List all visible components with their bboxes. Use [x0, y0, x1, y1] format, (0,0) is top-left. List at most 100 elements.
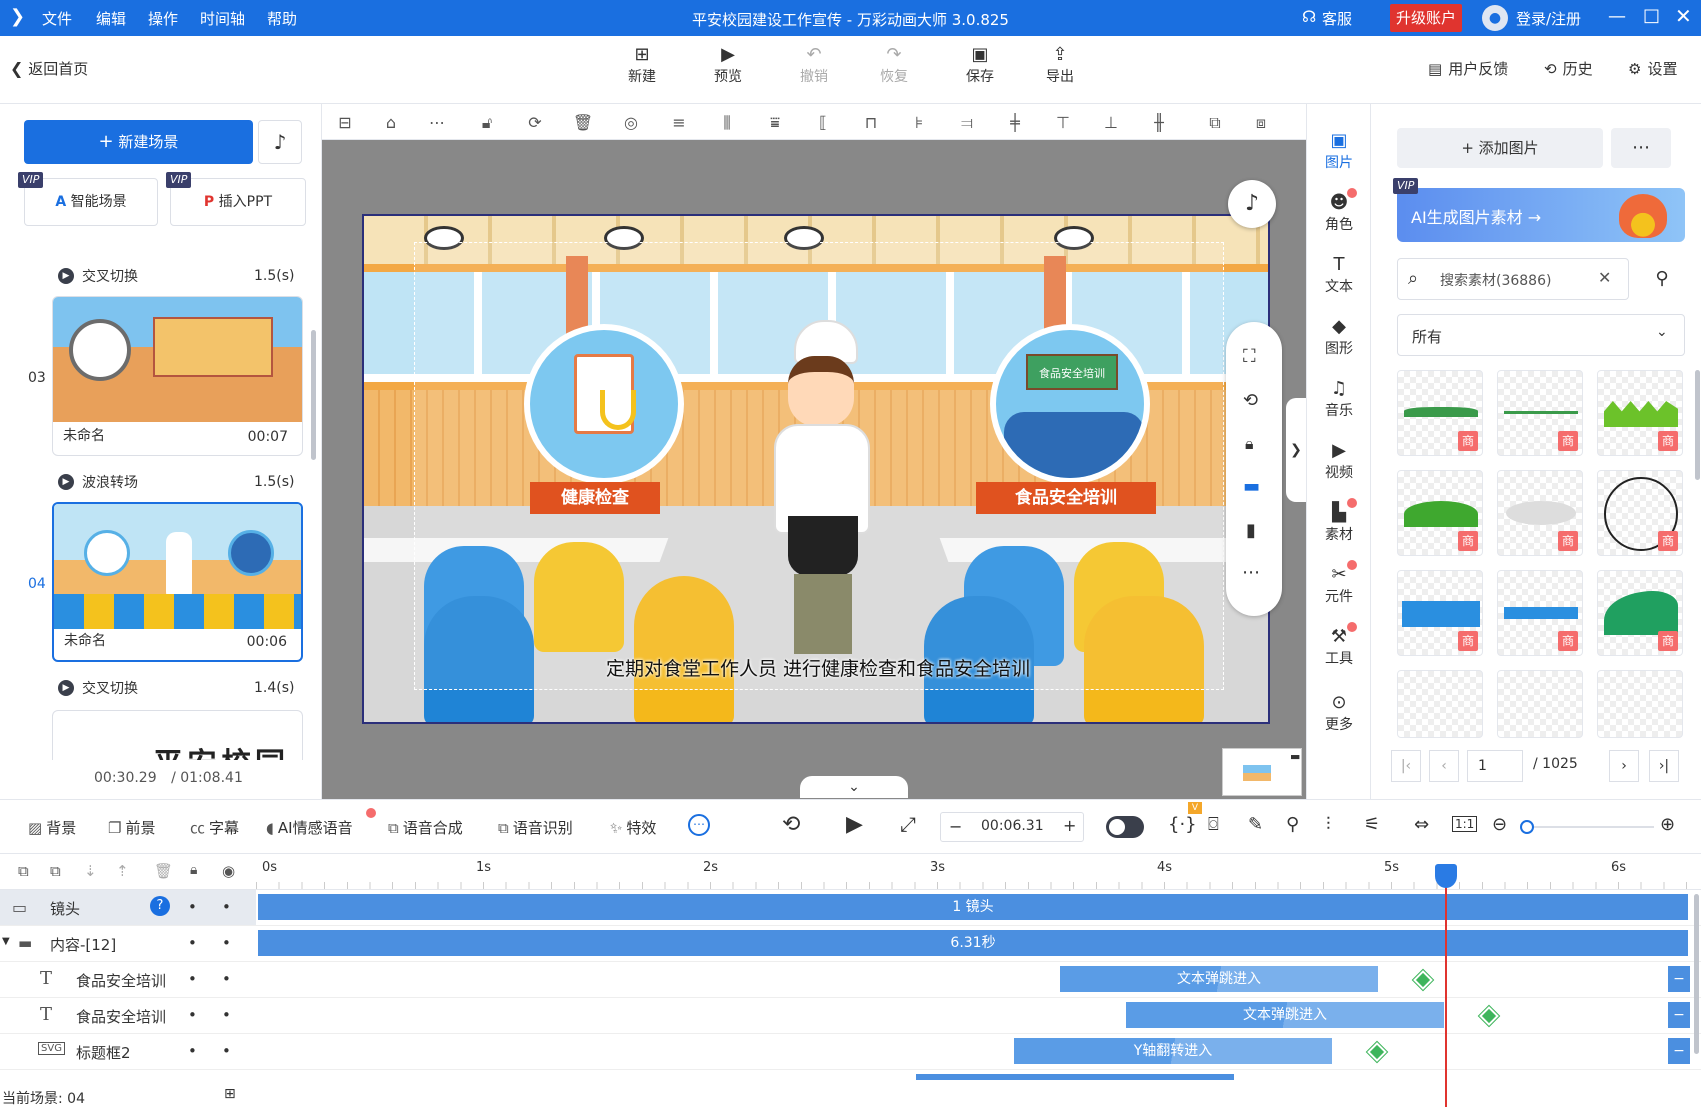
- clear-icon[interactable]: ✕: [1598, 268, 1611, 287]
- animation-bar[interactable]: 文本弹跳进入: [1126, 1002, 1444, 1028]
- asset-item[interactable]: 商: [1397, 470, 1483, 556]
- scene-thumbnail[interactable]: 未命名 00:07: [52, 296, 303, 456]
- subtitle-text[interactable]: 定期对食堂工作人员 进行健康检查和食品安全培训: [364, 654, 1268, 681]
- lock-dot[interactable]: •: [188, 970, 197, 988]
- transition-item[interactable]: ▶ 波浪转场 1.5(s): [58, 472, 294, 492]
- animation-bar[interactable]: [916, 1074, 1234, 1080]
- ai-generate-banner[interactable]: AI生成图片素材 →: [1397, 188, 1685, 242]
- rotate-icon[interactable]: ⟳: [524, 112, 546, 134]
- collapse-timeline-tab[interactable]: ⌄: [800, 776, 908, 798]
- zoom-handle[interactable]: [1520, 820, 1534, 834]
- animation-bar[interactable]: 文本弹跳进入: [1060, 966, 1378, 992]
- align-center-icon[interactable]: ≡: [668, 112, 690, 134]
- track-text[interactable]: T 食品安全培训 • •: [0, 962, 256, 998]
- track-bar[interactable]: 6.31秒: [258, 930, 1688, 956]
- effects-button[interactable]: ✨︎ 特效: [610, 817, 656, 838]
- time-input[interactable]: 00:06.31: [981, 818, 1044, 834]
- target-icon[interactable]: ◎: [620, 112, 642, 134]
- rewind-icon[interactable]: ⟲: [782, 812, 800, 837]
- headset-icon[interactable]: ☊: [1302, 7, 1316, 26]
- keyframe-diamond[interactable]: [1479, 1006, 1499, 1026]
- align-left-icon[interactable]: ⊧: [908, 112, 930, 134]
- zoom-out-icon[interactable]: ⊖: [1492, 814, 1507, 835]
- keyframe-diamond[interactable]: [1367, 1042, 1387, 1062]
- track-svg[interactable]: SVG 标题框2 • •: [0, 1034, 256, 1070]
- category-material[interactable]: ▙ 素材: [1307, 498, 1371, 544]
- help-icon[interactable]: ?: [150, 896, 170, 916]
- canvas-music-button[interactable]: ♪: [1228, 180, 1276, 228]
- trash-icon[interactable]: 🗑︎: [572, 112, 594, 134]
- zoom-in-icon[interactable]: ⊕: [1660, 814, 1675, 835]
- end-bar[interactable]: −: [1668, 1002, 1690, 1028]
- minimap-toggle-icon[interactable]: ▬: [1290, 750, 1300, 763]
- asset-item[interactable]: 商: [1497, 370, 1583, 456]
- category-more[interactable]: ⊙ 更多: [1307, 692, 1371, 734]
- category-video[interactable]: ▶ 视频: [1307, 440, 1371, 482]
- maximize-icon[interactable]: □: [1643, 5, 1660, 26]
- marker-icon[interactable]: ⚲: [1286, 814, 1299, 835]
- upgrade-button[interactable]: 升级账户: [1390, 4, 1463, 32]
- fullscreen-icon[interactable]: ⤢: [900, 812, 916, 836]
- first-page-icon[interactable]: |‹: [1391, 750, 1421, 782]
- align-base-icon[interactable]: ⊥: [1100, 112, 1122, 134]
- paste-icon[interactable]: ⧈: [1250, 112, 1272, 134]
- asset-item[interactable]: 商: [1597, 470, 1683, 556]
- export-button[interactable]: ⇪ 导出: [1032, 44, 1088, 86]
- settings-sliders-icon[interactable]: ⚟: [1364, 814, 1380, 835]
- subtitle-button[interactable]: ㏄字幕: [190, 817, 239, 838]
- rotate-view-icon[interactable]: ⟲: [1243, 390, 1258, 411]
- asset-item[interactable]: 商: [1597, 570, 1683, 656]
- login-link[interactable]: 登录/注册: [1516, 8, 1581, 29]
- home-icon[interactable]: ⌂: [380, 112, 402, 134]
- track-bar[interactable]: 1 镜头: [258, 894, 1688, 920]
- new-button[interactable]: ⊞ 新建: [614, 44, 670, 86]
- scene-thumbnail-selected[interactable]: 未命名 00:06: [52, 502, 303, 662]
- back-home-button[interactable]: ❮ 返回首页: [10, 58, 88, 79]
- last-page-icon[interactable]: ›|: [1649, 750, 1679, 782]
- avatar[interactable]: ●: [1482, 5, 1508, 31]
- category-text[interactable]: T 文本: [1307, 254, 1371, 296]
- undo-button[interactable]: ↶ 撤销: [786, 44, 842, 86]
- background-button[interactable]: ▨ 背景: [28, 817, 76, 838]
- filter-button[interactable]: ⚲: [1639, 258, 1685, 300]
- more-circle-icon[interactable]: ⋯: [688, 814, 710, 836]
- transition-item[interactable]: ▶ 交叉切换 1.4(s): [58, 678, 294, 698]
- preview-button[interactable]: ▶ 预览: [700, 44, 756, 86]
- add-folder-icon[interactable]: ⧉: [18, 862, 29, 880]
- text-filter-icon[interactable]: ⫶: [1326, 814, 1331, 835]
- move-up-icon[interactable]: ⇡: [116, 862, 129, 880]
- plus-button[interactable]: +: [1063, 816, 1076, 835]
- end-bar[interactable]: −: [1668, 966, 1690, 992]
- playhead[interactable]: [1435, 864, 1458, 1107]
- lock-icon[interactable]: 🔒︎: [190, 862, 197, 878]
- lock-dot[interactable]: •: [188, 1006, 197, 1024]
- category-shape[interactable]: ◆ 图形: [1307, 316, 1371, 358]
- desktop-icon[interactable]: ▬: [1243, 476, 1260, 497]
- asset-item[interactable]: 商: [1597, 370, 1683, 456]
- menu-timeline[interactable]: 时间轴: [200, 8, 245, 29]
- minimize-icon[interactable]: —: [1608, 6, 1626, 27]
- edit-icon[interactable]: ✎: [1248, 814, 1263, 835]
- animation-bar[interactable]: Y轴翻转进入: [1014, 1038, 1332, 1064]
- feedback-button[interactable]: ▤ 用户反馈: [1428, 58, 1508, 79]
- align-middle-icon[interactable]: ⫼: [716, 112, 738, 134]
- end-bar[interactable]: −: [1668, 1038, 1690, 1064]
- more-dots-icon[interactable]: ⋯: [426, 112, 448, 134]
- align-hcenter-icon[interactable]: ╪: [1004, 112, 1026, 134]
- lock-icon[interactable]: 🔒︎: [1245, 434, 1254, 454]
- category-image[interactable]: ▣ 图片: [1307, 130, 1371, 172]
- save-button[interactable]: ▣ 保存: [952, 44, 1008, 86]
- visible-dot[interactable]: •: [222, 898, 231, 916]
- category-select[interactable]: 所有 ⌄: [1397, 314, 1685, 356]
- page-input[interactable]: 1: [1467, 750, 1523, 782]
- asset-item[interactable]: [1497, 670, 1583, 738]
- camera-icon[interactable]: ⌼: [1208, 814, 1219, 835]
- distribute-h-icon[interactable]: ⟦: [812, 112, 834, 134]
- asset-item[interactable]: [1597, 670, 1683, 738]
- asset-item[interactable]: 商: [1497, 570, 1583, 656]
- more-options-button[interactable]: ⋯: [1611, 128, 1671, 168]
- stage-canvas[interactable]: 健康检查 食品安全培训 食品安全培训 定期对食堂工作人员 进行健康检查和食品安全…: [362, 214, 1270, 724]
- visible-dot[interactable]: •: [222, 1006, 231, 1024]
- asset-item[interactable]: 商: [1397, 370, 1483, 456]
- move-down-icon[interactable]: ⇣: [84, 862, 97, 880]
